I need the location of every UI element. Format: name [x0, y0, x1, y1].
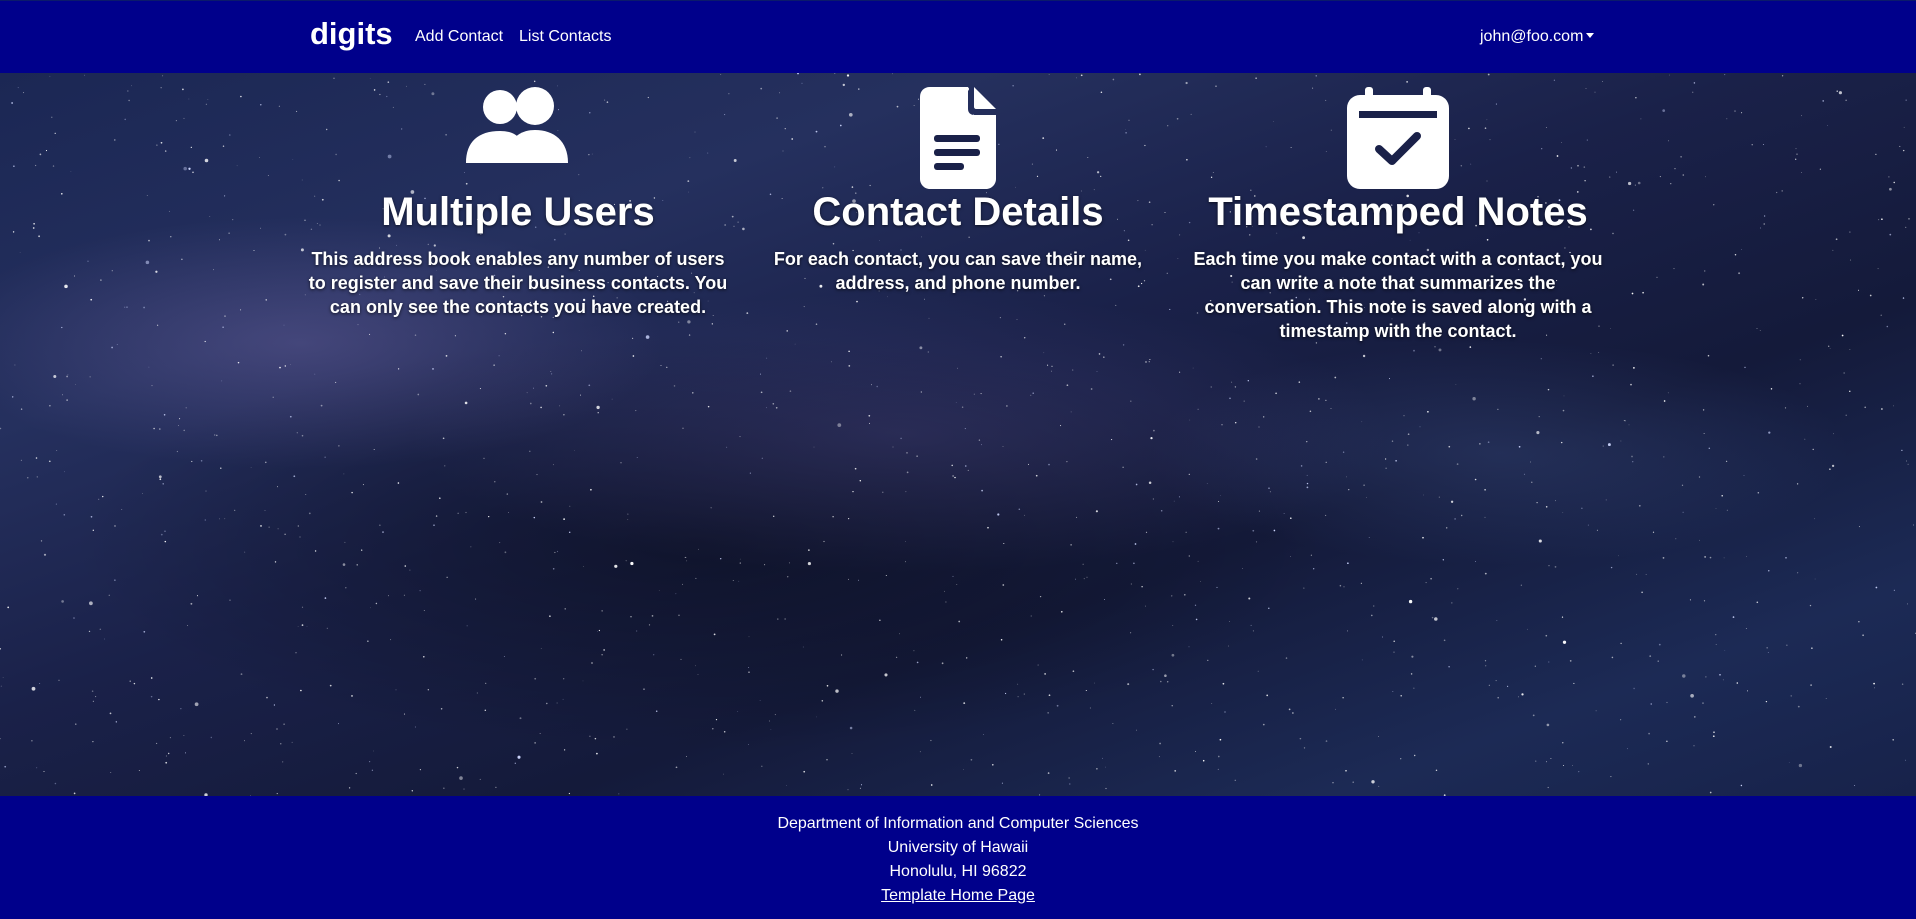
caret-down-icon [1586, 33, 1595, 38]
user-email: john@foo.com [1480, 28, 1584, 45]
feature-description: For each contact, you can save their nam… [773, 249, 1143, 293]
footer-department: Department of Information and Computer S… [777, 815, 1139, 832]
page-footer: Department of Information and Computer S… [0, 796, 1916, 919]
calendar-check-icon [1188, 87, 1608, 190]
brand-logo-link[interactable]: digits [310, 16, 393, 52]
nav-add-contact-link[interactable]: Add Contact [415, 28, 503, 46]
template-home-page-link[interactable]: Template Home Page [881, 887, 1035, 904]
footer-address: Honolulu, HI 96822 [889, 863, 1027, 880]
feature-title: Timestamped Notes [1208, 190, 1588, 234]
nav-list-contacts-link[interactable]: List Contacts [519, 28, 611, 46]
feature-description: Each time you make contact with a contac… [1193, 249, 1603, 341]
footer-link-container: Template Home Page [0, 886, 1916, 906]
footer-university: University of Hawaii [887, 839, 1029, 856]
feature-title: Multiple Users [381, 190, 655, 234]
file-text-icon [748, 87, 1168, 190]
feature-description: This address book enables any number of … [308, 249, 728, 317]
user-dropdown[interactable]: john@foo.com [1480, 28, 1595, 46]
top-navbar: digits Add Contact List Contacts john@fo… [0, 0, 1916, 73]
feature-title: Contact Details [812, 190, 1104, 234]
landing-hero: Multiple Users This address book enables… [0, 73, 1916, 796]
users-icon [308, 87, 728, 190]
